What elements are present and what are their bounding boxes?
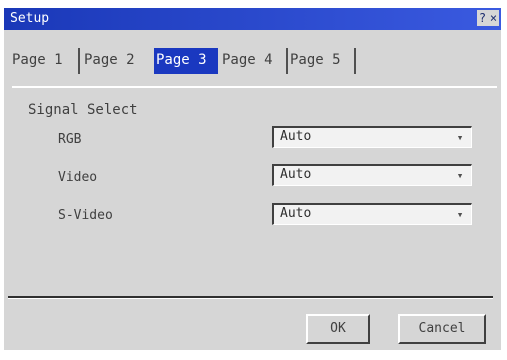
button-divider <box>8 296 493 299</box>
s-video-select-value: Auto <box>280 206 312 221</box>
tab-page-1[interactable]: Page 1 <box>12 48 80 74</box>
video-label: Video <box>58 170 98 185</box>
signal-select-heading: Signal Select <box>28 102 138 118</box>
video-select[interactable]: Auto ▾ <box>272 164 472 186</box>
s-video-label: S-Video <box>58 208 113 223</box>
s-video-select[interactable]: Auto ▾ <box>272 203 472 225</box>
cancel-button[interactable]: Cancel <box>398 314 486 344</box>
help-button[interactable]: ? <box>477 10 488 26</box>
ok-button[interactable]: OK <box>306 314 370 344</box>
rgb-select[interactable]: Auto ▾ <box>272 126 472 148</box>
video-select-value: Auto <box>280 167 312 182</box>
tab-page-4[interactable]: Page 4 <box>222 48 288 74</box>
dropdown-arrow-icon[interactable]: ▾ <box>453 169 467 183</box>
dropdown-arrow-icon[interactable]: ▾ <box>453 208 467 222</box>
window-title: Setup <box>10 11 50 26</box>
tab-page-2[interactable]: Page 2 <box>84 48 148 74</box>
rgb-select-value: Auto <box>280 129 312 144</box>
dropdown-arrow-icon[interactable]: ▾ <box>453 131 467 145</box>
tab-panel <box>12 86 497 304</box>
close-button[interactable]: × <box>488 10 499 26</box>
tab-page-5[interactable]: Page 5 <box>290 48 356 74</box>
tab-page-3[interactable]: Page 3 <box>154 48 218 74</box>
title-bar[interactable]: Setup ? × <box>4 8 501 30</box>
rgb-label: RGB <box>58 132 82 147</box>
